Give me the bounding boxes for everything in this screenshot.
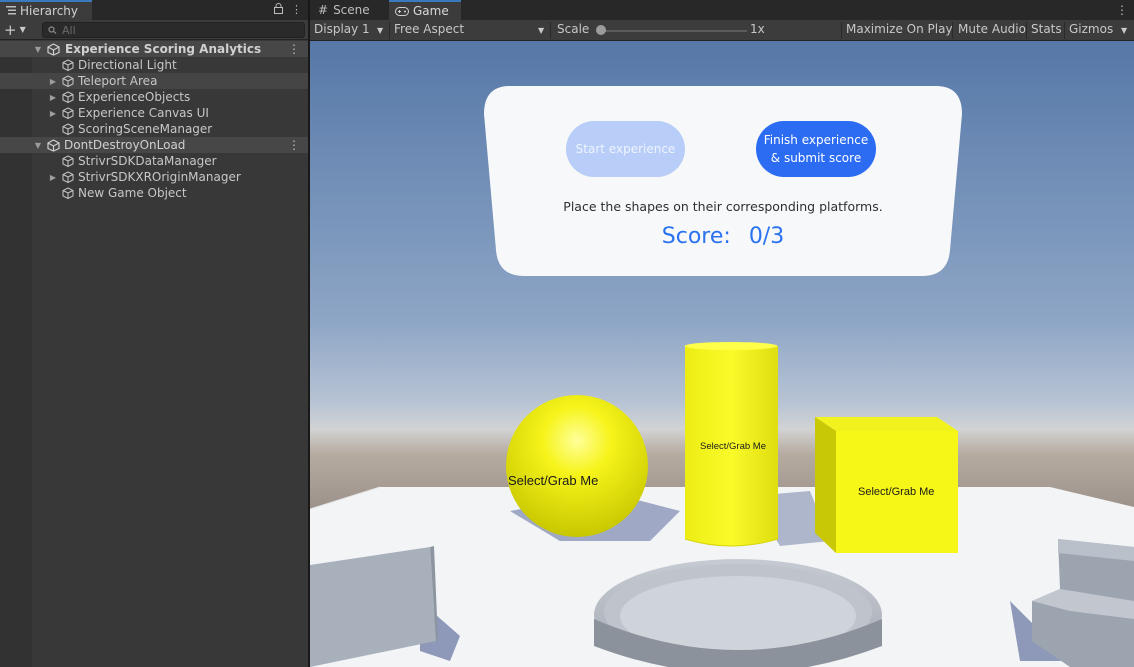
scene-row-dont-destroy-on-load[interactable]: ▼ DontDestroyOnLoad ⋮	[0, 137, 308, 153]
mute-audio-toggle[interactable]: Mute Audio	[958, 22, 1026, 36]
chevron-down-icon: ▼	[538, 26, 545, 35]
more-options-icon[interactable]: ⋮	[288, 42, 300, 56]
scene-label: DontDestroyOnLoad	[64, 138, 186, 152]
expand-arrow-icon[interactable]: ▶	[48, 93, 58, 102]
unity-scene-icon	[46, 138, 60, 152]
chevron-down-icon: ▼	[377, 26, 384, 35]
cylinder-label: Select/Grab Me	[700, 441, 766, 452]
start-experience-button[interactable]: Start experience	[566, 121, 685, 177]
gameobject-cube-icon	[61, 170, 75, 184]
gameobject-cube-icon	[61, 154, 75, 168]
scale-slider-handle[interactable]	[596, 25, 606, 35]
gameobject-cube-icon	[61, 90, 75, 104]
chevron-down-icon: ▼	[19, 24, 26, 34]
more-options-icon[interactable]: ⋮	[291, 3, 302, 17]
expand-arrow-icon[interactable]: ▼	[33, 141, 43, 150]
game-viewport[interactable]: Select/Grab Me Select/Grab Me Select/Gra…	[310, 41, 1134, 667]
hierarchy-panel: Hierarchy ⋮ +▼ ▼ Experience Scoring An	[0, 0, 308, 667]
gizmos-toggle[interactable]: Gizmos	[1069, 22, 1113, 36]
maximize-on-play-toggle[interactable]: Maximize On Play	[846, 22, 953, 36]
lock-icon[interactable]	[274, 3, 283, 17]
divider	[550, 22, 551, 39]
divider	[1026, 22, 1027, 39]
expand-arrow-icon[interactable]: ▶	[48, 77, 58, 86]
gamepad-icon	[395, 6, 409, 16]
hierarchy-toolbar: + ▼	[0, 20, 308, 40]
item-label: ScoringSceneManager	[78, 122, 213, 136]
experience-canvas-panel: Start experience Finish experience & sub…	[482, 86, 964, 278]
hash-grid-icon: #	[318, 3, 329, 17]
game-tab-bar: # Scene Game ⋮	[310, 0, 1134, 20]
hierarchy-item-strivr-data-manager[interactable]: StrivrSDKDataManager	[0, 153, 308, 169]
divider	[952, 22, 953, 39]
display-dropdown[interactable]: Display 1	[314, 22, 370, 36]
tab-scene[interactable]: # Scene	[310, 0, 388, 20]
expand-arrow-icon[interactable]: ▶	[48, 109, 58, 118]
gameobject-cube-icon	[61, 122, 75, 136]
aspect-dropdown[interactable]: Free Aspect	[394, 22, 464, 36]
hierarchy-item-new-game-object[interactable]: New Game Object	[0, 185, 308, 201]
instructions-text: Place the shapes on their corresponding …	[563, 199, 883, 214]
hierarchy-item-experience-canvas-ui[interactable]: ▶ Experience Canvas UI	[0, 105, 308, 121]
score-value: 0/3	[748, 224, 785, 249]
more-options-icon[interactable]: ⋮	[1116, 3, 1128, 17]
game-toolbar: Display 1 ▼ Free Aspect ▼ Scale 1x Maxim…	[310, 20, 1134, 41]
scale-label: Scale	[557, 22, 590, 36]
item-label: Directional Light	[78, 58, 177, 72]
tab-game[interactable]: Game	[389, 0, 461, 20]
finish-experience-button[interactable]: Finish experience & submit score	[756, 121, 876, 177]
expand-arrow-icon[interactable]: ▶	[48, 173, 58, 182]
divider	[1064, 22, 1065, 39]
item-label: StrivrSDKDataManager	[78, 154, 217, 168]
item-label: Experience Canvas UI	[78, 106, 209, 120]
list-icon	[6, 4, 16, 18]
hierarchy-tab[interactable]: Hierarchy	[0, 0, 92, 20]
cube-label: Select/Grab Me	[858, 486, 935, 498]
gameobject-cube-icon	[61, 74, 75, 88]
more-options-icon[interactable]: ⋮	[288, 138, 300, 152]
create-button[interactable]: + ▼	[4, 21, 34, 38]
hierarchy-tab-label: Hierarchy	[20, 4, 79, 18]
divider	[841, 22, 842, 39]
plus-icon: +	[4, 20, 17, 39]
gameobject-cube-icon	[61, 58, 75, 72]
item-label: ExperienceObjects	[78, 90, 191, 104]
hierarchy-item-teleport-area[interactable]: ▶ Teleport Area	[0, 73, 308, 89]
game-view-panel: # Scene Game ⋮ Display 1 ▼ Free Aspect ▼…	[310, 0, 1134, 667]
hierarchy-item-strivr-xr-origin-manager[interactable]: ▶ StrivrSDKXROriginManager	[0, 169, 308, 185]
hierarchy-tree: ▼ Experience Scoring Analytics ⋮ Directi…	[0, 41, 308, 201]
hierarchy-item-experience-objects[interactable]: ▶ ExperienceObjects	[0, 89, 308, 105]
scale-value: 1x	[750, 22, 765, 36]
hierarchy-item-scoring-scene-manager[interactable]: ScoringSceneManager	[0, 121, 308, 137]
search-icon	[48, 23, 58, 37]
item-label: StrivrSDKXROriginManager	[78, 170, 241, 184]
divider	[389, 22, 390, 39]
score-display: Score: 0/3	[482, 224, 964, 249]
search-input[interactable]	[62, 23, 282, 37]
chevron-down-icon[interactable]: ▼	[1121, 26, 1127, 35]
tab-scene-label: Scene	[333, 3, 370, 17]
panel-background	[484, 86, 962, 276]
sphere-label: Select/Grab Me	[508, 473, 599, 488]
gameobject-cube-icon	[61, 186, 75, 200]
scale-slider-track[interactable]	[597, 30, 747, 32]
hierarchy-tab-bar: Hierarchy ⋮	[0, 0, 308, 20]
expand-arrow-icon[interactable]: ▼	[33, 45, 43, 54]
search-box	[42, 22, 305, 38]
scene-label: Experience Scoring Analytics	[65, 42, 262, 56]
stats-toggle[interactable]: Stats	[1031, 22, 1062, 36]
scene-row-experience-scoring[interactable]: ▼ Experience Scoring Analytics ⋮	[0, 41, 308, 57]
score-label: Score:	[661, 224, 731, 249]
unity-scene-icon	[46, 42, 60, 56]
gameobject-cube-icon	[61, 106, 75, 120]
hierarchy-item-directional-light[interactable]: Directional Light	[0, 57, 308, 73]
item-label: New Game Object	[78, 186, 187, 200]
tab-game-label: Game	[413, 4, 449, 18]
item-label: Teleport Area	[78, 74, 158, 88]
